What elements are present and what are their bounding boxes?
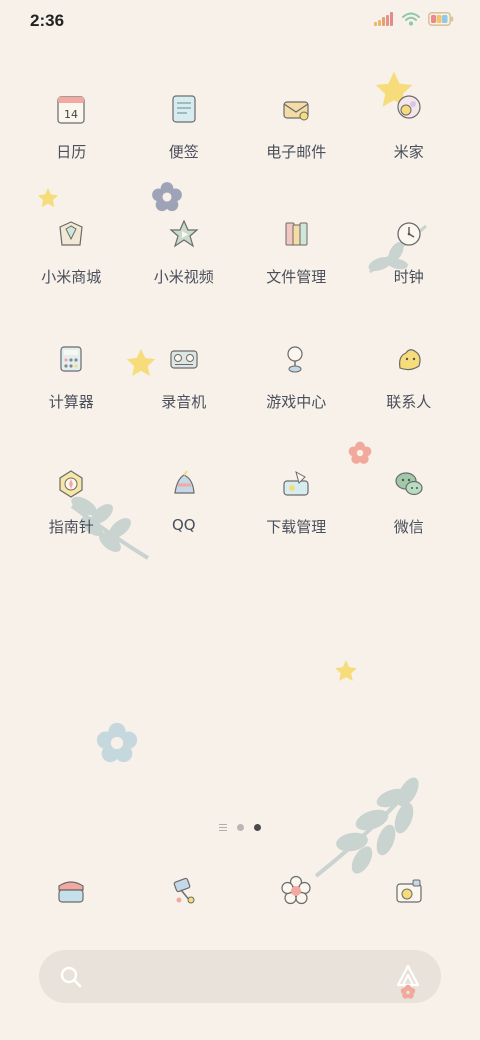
app-mi-video[interactable]: 小米视频 <box>128 217 241 286</box>
app-label: 游戏中心 <box>266 393 327 411</box>
messages-icon <box>161 868 207 914</box>
signal-bars-icon <box>374 12 393 26</box>
app-calculator[interactable]: 计算器 <box>15 342 128 411</box>
email-icon <box>273 92 319 126</box>
dock-phone[interactable] <box>15 868 128 918</box>
mijia-icon <box>386 92 432 126</box>
wechat-icon <box>386 467 432 501</box>
app-recorder[interactable]: 录音机 <box>128 342 241 411</box>
app-label: 计算器 <box>48 393 94 411</box>
app-label: 联系人 <box>386 393 432 411</box>
app-label: 微信 <box>393 518 424 536</box>
app-label: 小米商城 <box>41 268 102 286</box>
app-compass[interactable]: 指南针 <box>15 467 128 536</box>
app-label: 时钟 <box>393 268 424 286</box>
app-notes[interactable]: 便签 <box>128 92 241 161</box>
app-mi-store[interactable]: 小米商城 <box>15 217 128 286</box>
app-mijia[interactable]: 米家 <box>353 92 466 161</box>
app-qq[interactable]: QQ <box>128 467 241 534</box>
notes-icon <box>161 92 207 126</box>
battery-icon <box>428 12 454 26</box>
app-contacts[interactable]: 联系人 <box>353 342 466 411</box>
calendar-icon: 14 <box>48 92 94 126</box>
wifi-icon <box>402 12 420 26</box>
dock <box>15 868 465 918</box>
app-label: 文件管理 <box>266 268 327 286</box>
clock-icon <box>386 217 432 251</box>
app-wechat[interactable]: 微信 <box>353 467 466 536</box>
app-calendar[interactable]: 14 日历 <box>15 92 128 161</box>
game-center-icon <box>273 342 319 376</box>
browser-icon <box>273 868 319 914</box>
qq-icon <box>161 467 207 501</box>
status-bar: 2:36 <box>0 0 480 44</box>
search-bar[interactable] <box>39 950 441 1003</box>
app-game-center[interactable]: 游戏中心 <box>240 342 353 411</box>
search-icon[interactable] <box>59 965 83 989</box>
app-label: 电子邮件 <box>266 143 327 161</box>
compass-icon <box>48 467 94 501</box>
dock-messages[interactable] <box>128 868 241 918</box>
app-label: 指南针 <box>48 518 94 536</box>
app-label: 便签 <box>168 143 199 161</box>
page-dot[interactable] <box>237 824 244 831</box>
flower-decoration <box>96 722 138 763</box>
phone-icon <box>48 868 94 914</box>
contacts-icon <box>386 342 432 376</box>
camera-icon <box>386 868 432 914</box>
calendar-day-text: 14 <box>64 108 78 121</box>
voice-assistant-icon[interactable] <box>395 963 421 999</box>
app-label: 小米视频 <box>153 268 214 286</box>
app-label: 日历 <box>56 143 87 161</box>
recorder-icon <box>161 342 207 376</box>
app-label: 米家 <box>393 143 424 161</box>
file-manager-icon <box>273 217 319 251</box>
status-icons <box>374 12 454 26</box>
status-time: 2:36 <box>30 11 65 30</box>
dock-browser[interactable] <box>240 868 353 918</box>
app-label: 下载管理 <box>266 518 327 536</box>
app-label: 录音机 <box>161 393 207 411</box>
app-grid: 14 日历 便签 电子邮件 米家 小米商城 小米视频 文件管理 时钟 计算器 录… <box>15 92 466 536</box>
app-label: QQ <box>171 516 196 534</box>
mi-store-icon <box>48 217 94 251</box>
dock-camera[interactable] <box>353 868 466 918</box>
app-download-manager[interactable]: 下载管理 <box>240 467 353 536</box>
app-file-manager[interactable]: 文件管理 <box>240 217 353 286</box>
calculator-icon <box>48 342 94 376</box>
app-email[interactable]: 电子邮件 <box>240 92 353 161</box>
star-decoration <box>335 660 357 681</box>
download-manager-icon <box>273 467 319 501</box>
app-drawer-indicator-icon <box>219 824 227 831</box>
app-clock[interactable]: 时钟 <box>353 217 466 286</box>
page-indicator[interactable] <box>0 824 480 831</box>
page-dot-active[interactable] <box>254 824 261 831</box>
mi-video-icon <box>161 217 207 251</box>
